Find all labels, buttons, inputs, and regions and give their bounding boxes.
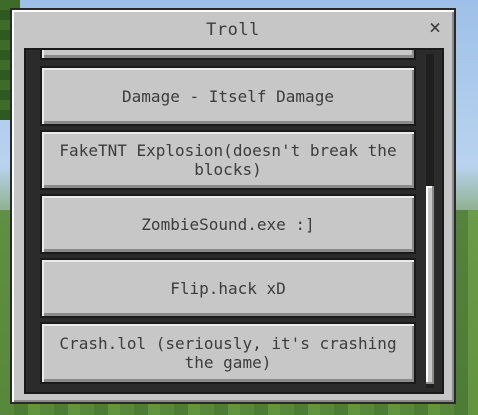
scrollbar-thumb[interactable] [426,186,434,384]
close-icon[interactable]: × [424,16,446,38]
title-bar: Troll × [12,10,454,46]
crash-lol-button[interactable]: Crash.lol (seriously, it's crashing the … [40,322,416,384]
troll-dialog: Troll × Damage - Itself Damage FakeTNT E… [10,8,456,404]
zombie-sound-button[interactable]: ZombieSound.exe :] [40,194,416,254]
options-list[interactable]: Damage - Itself Damage FakeTNT Explosion… [24,48,444,394]
fake-tnt-explosion-button[interactable]: FakeTNT Explosion(doesn't break the bloc… [40,130,416,190]
dialog-title: Troll [206,20,260,40]
list-item-partial[interactable] [40,50,416,60]
scrollbar[interactable] [426,54,434,388]
damage-itself-button[interactable]: Damage - Itself Damage [40,66,416,126]
flip-hack-button[interactable]: Flip.hack xD [40,258,416,318]
